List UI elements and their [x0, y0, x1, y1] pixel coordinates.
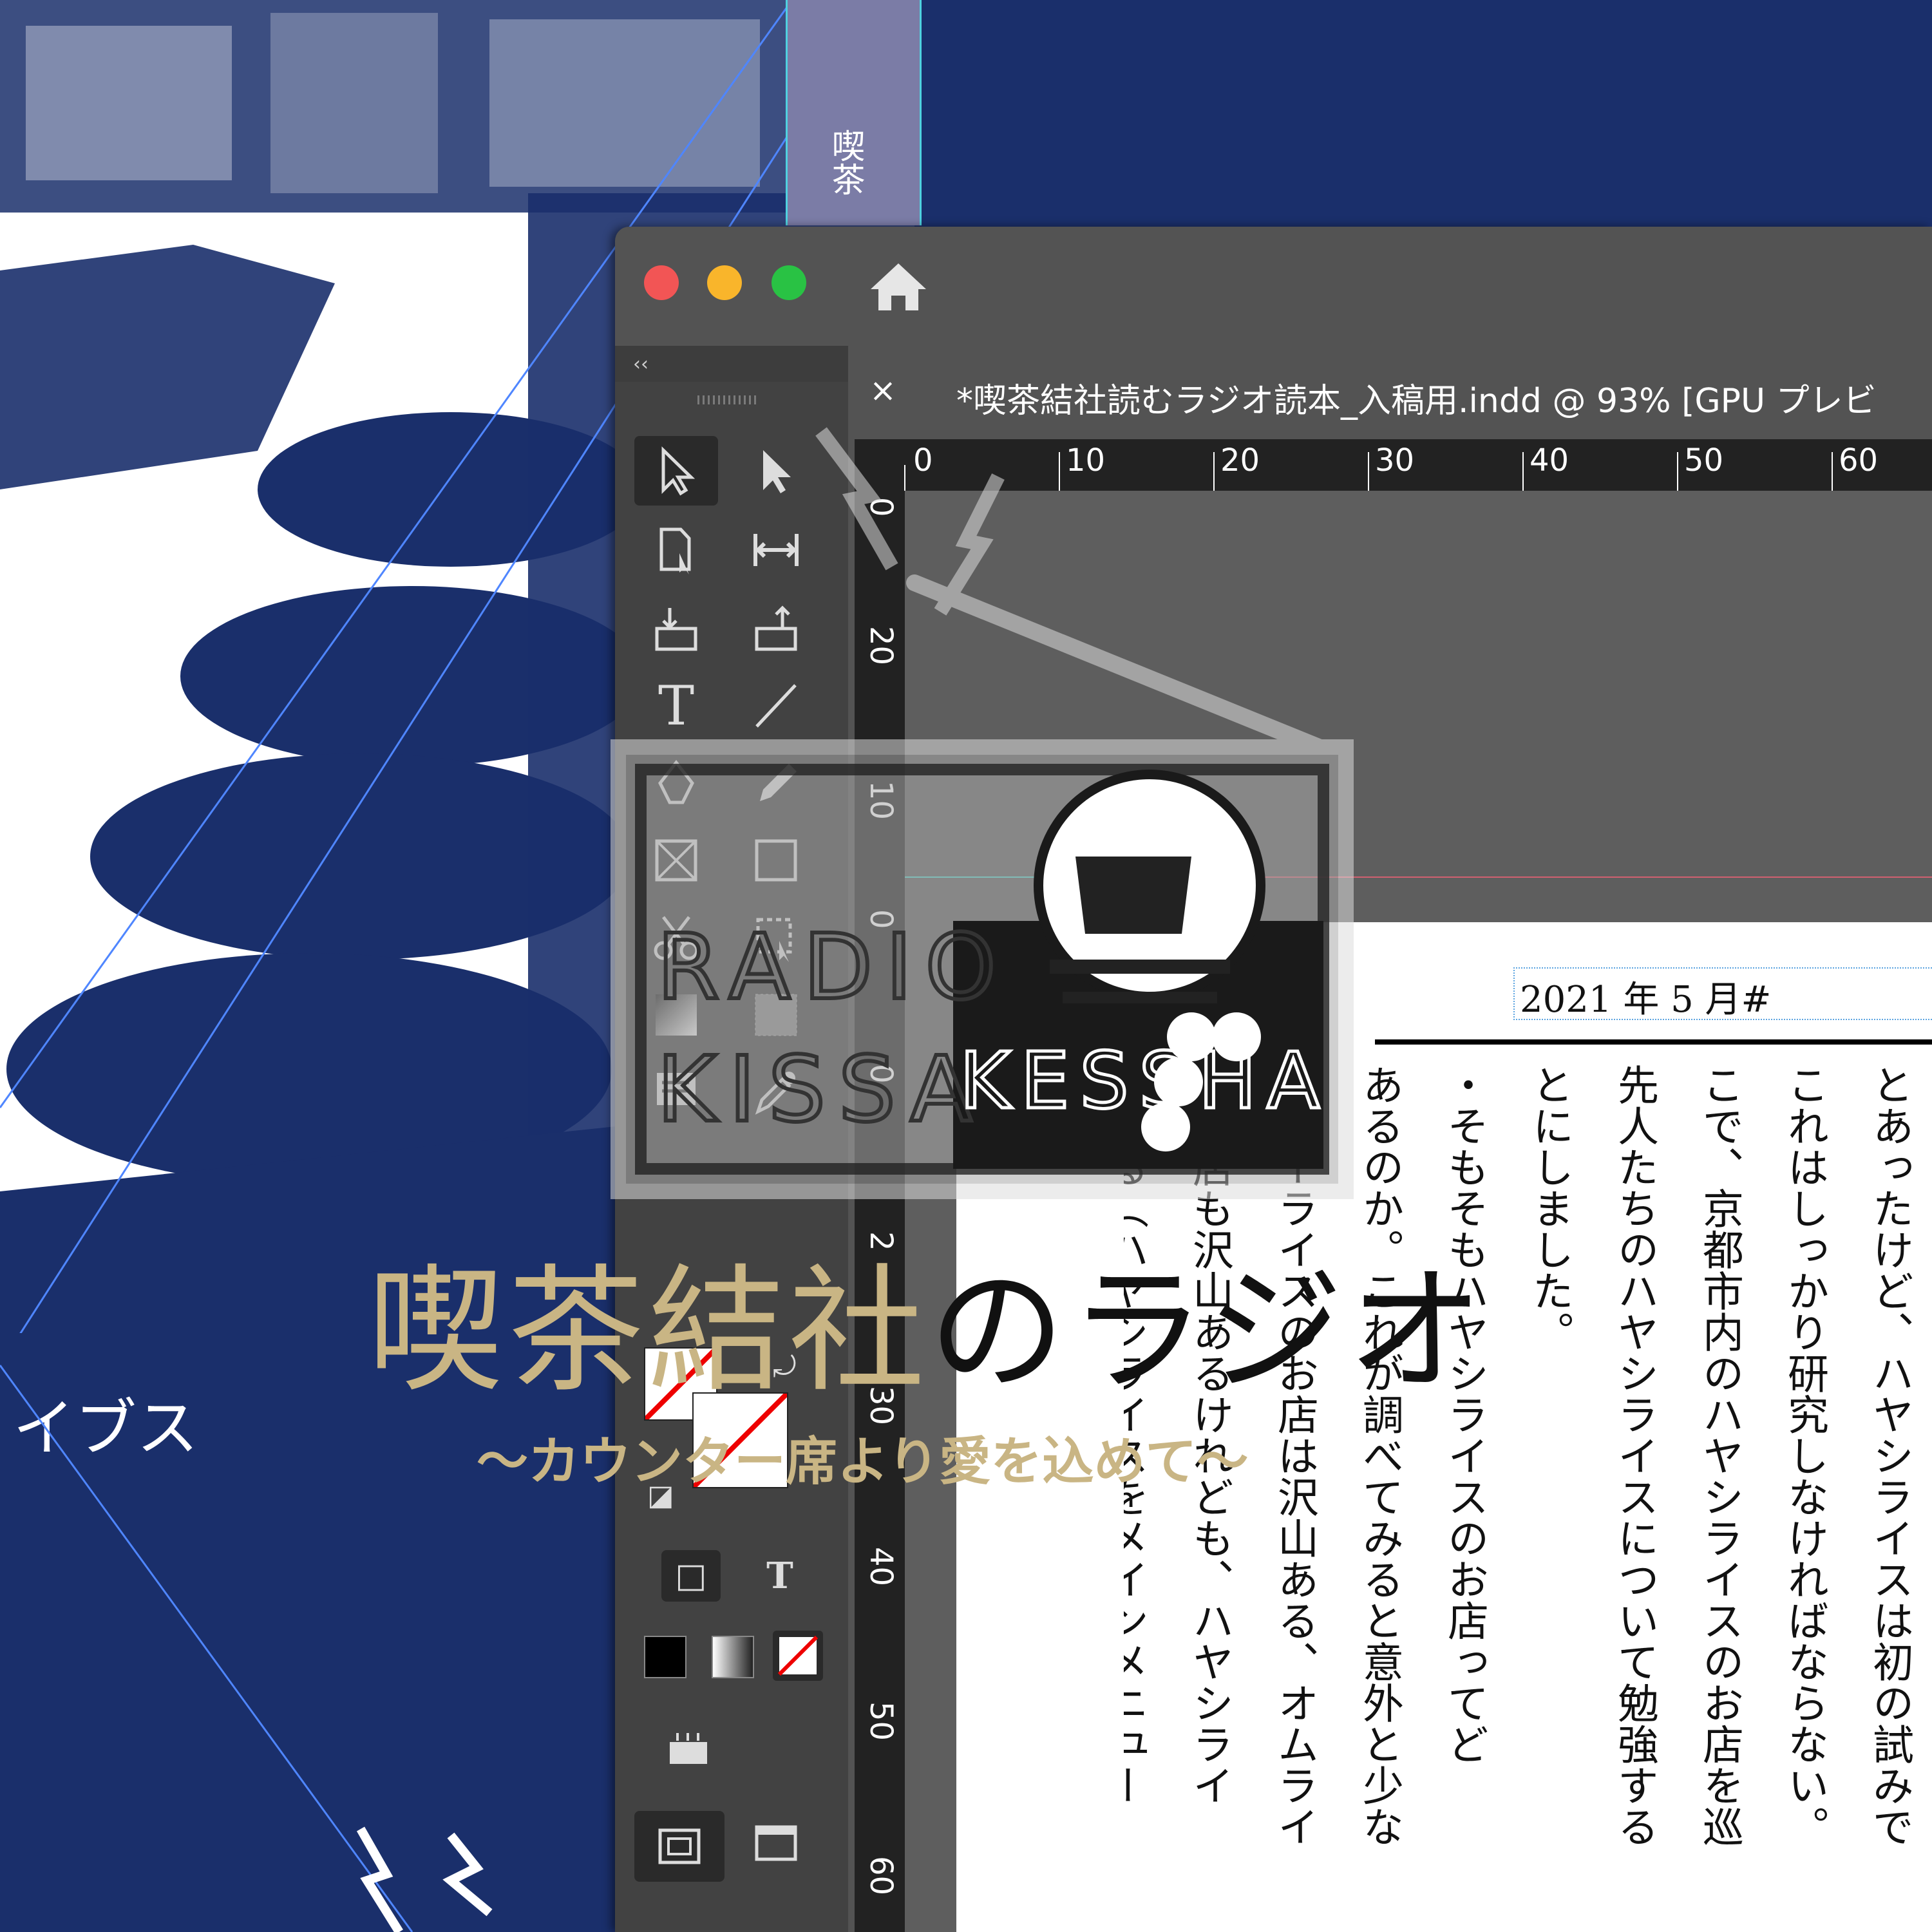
- logo-text-kessha: KESSHA: [960, 1037, 1330, 1126]
- none-swatch-icon: [777, 1635, 819, 1676]
- title-light: 喫茶結社: [367, 1251, 929, 1410]
- issue-date: 2021 年 5 月#: [1520, 979, 1772, 1021]
- ruler-label: 40: [863, 1547, 899, 1587]
- poster-subtitle: 〜カウンター席より愛を込めて〜: [477, 1432, 1249, 1492]
- strip-text: 喫茶: [826, 129, 864, 196]
- logo-text-radio: RADIO: [657, 915, 1009, 1020]
- header-rule: [1375, 1039, 1932, 1045]
- view-options-button[interactable]: [663, 1730, 715, 1769]
- logo-text-kissa: KISSA: [657, 1037, 985, 1142]
- apply-color-button[interactable]: [644, 1636, 687, 1678]
- view-options-icon: [670, 1733, 707, 1764]
- body-line: こで、京都市内のハヤシライスのお店を巡: [1696, 1064, 1743, 1847]
- radio-logo: RADIO KISSA KESSHA: [611, 427, 1354, 1199]
- body-line: とあったけど、ハヤシライスは初の試みで: [1866, 1064, 1913, 1847]
- title-dark: のラジオ: [929, 1251, 1488, 1410]
- ruler-label: 50: [863, 1701, 899, 1741]
- formatting-affects-text[interactable]: T: [750, 1550, 810, 1602]
- screen-mode-icon: [755, 1825, 797, 1861]
- close-tab-button[interactable]: ×: [869, 372, 896, 409]
- close-window-button[interactable]: [644, 265, 679, 300]
- apply-gradient-button[interactable]: [712, 1636, 754, 1678]
- normal-view-icon: [658, 1828, 701, 1864]
- minimize-window-button[interactable]: [707, 265, 742, 300]
- normal-view-button[interactable]: [634, 1811, 724, 1882]
- formatting-affects-container[interactable]: □: [661, 1550, 721, 1602]
- screen-mode-button[interactable]: [750, 1821, 808, 1872]
- body-line: ・そもそもハヤシライスのお店ってど: [1441, 1064, 1488, 1765]
- tools-panel-header: [615, 346, 848, 382]
- ruler-label: 60: [863, 1856, 899, 1896]
- body-line: とにしました。: [1526, 1064, 1573, 1352]
- lightning-icon: [815, 427, 898, 571]
- panel-grip-icon[interactable]: [697, 395, 759, 404]
- lightning-icon: [356, 1826, 403, 1932]
- poster-title: 喫茶結社のラジオ: [367, 1220, 1488, 1418]
- apply-none-button[interactable]: [773, 1631, 823, 1681]
- collapse-panel-button[interactable]: ‹‹: [633, 353, 649, 375]
- body-line: 先人たちのハヤシライスについて勉強する: [1611, 1064, 1658, 1847]
- zoom-window-button[interactable]: [772, 265, 806, 300]
- lightning-icon: [442, 1832, 493, 1917]
- body-line: これはしっかり研究しなければならない。: [1781, 1064, 1828, 1847]
